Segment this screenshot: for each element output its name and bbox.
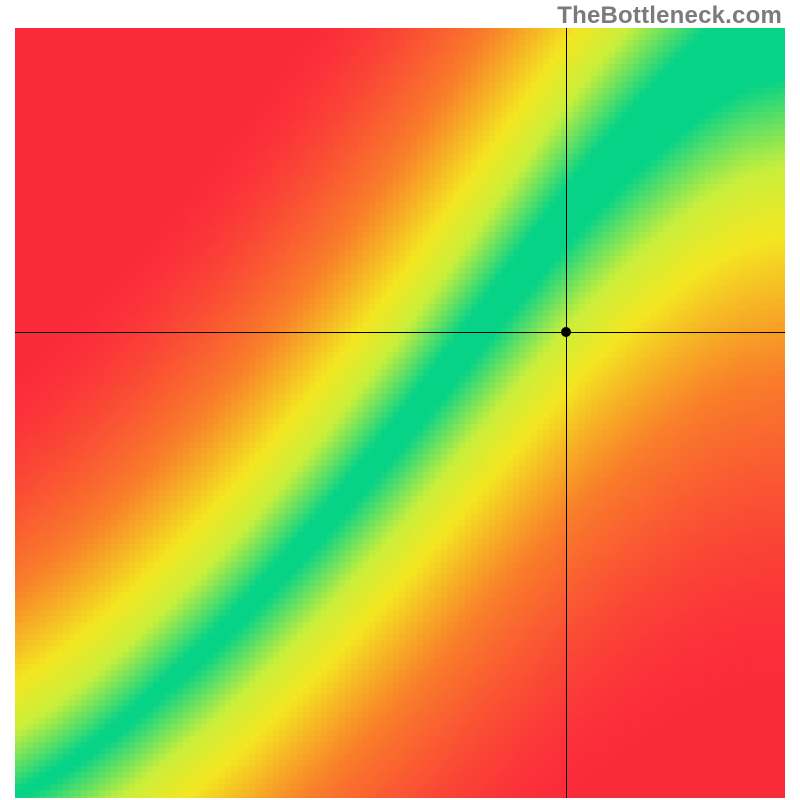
watermark-text: TheBottleneck.com (557, 2, 782, 30)
heatmap-plot (15, 28, 785, 798)
chart-stage: TheBottleneck.com (0, 0, 800, 800)
heatmap-canvas (15, 28, 785, 798)
